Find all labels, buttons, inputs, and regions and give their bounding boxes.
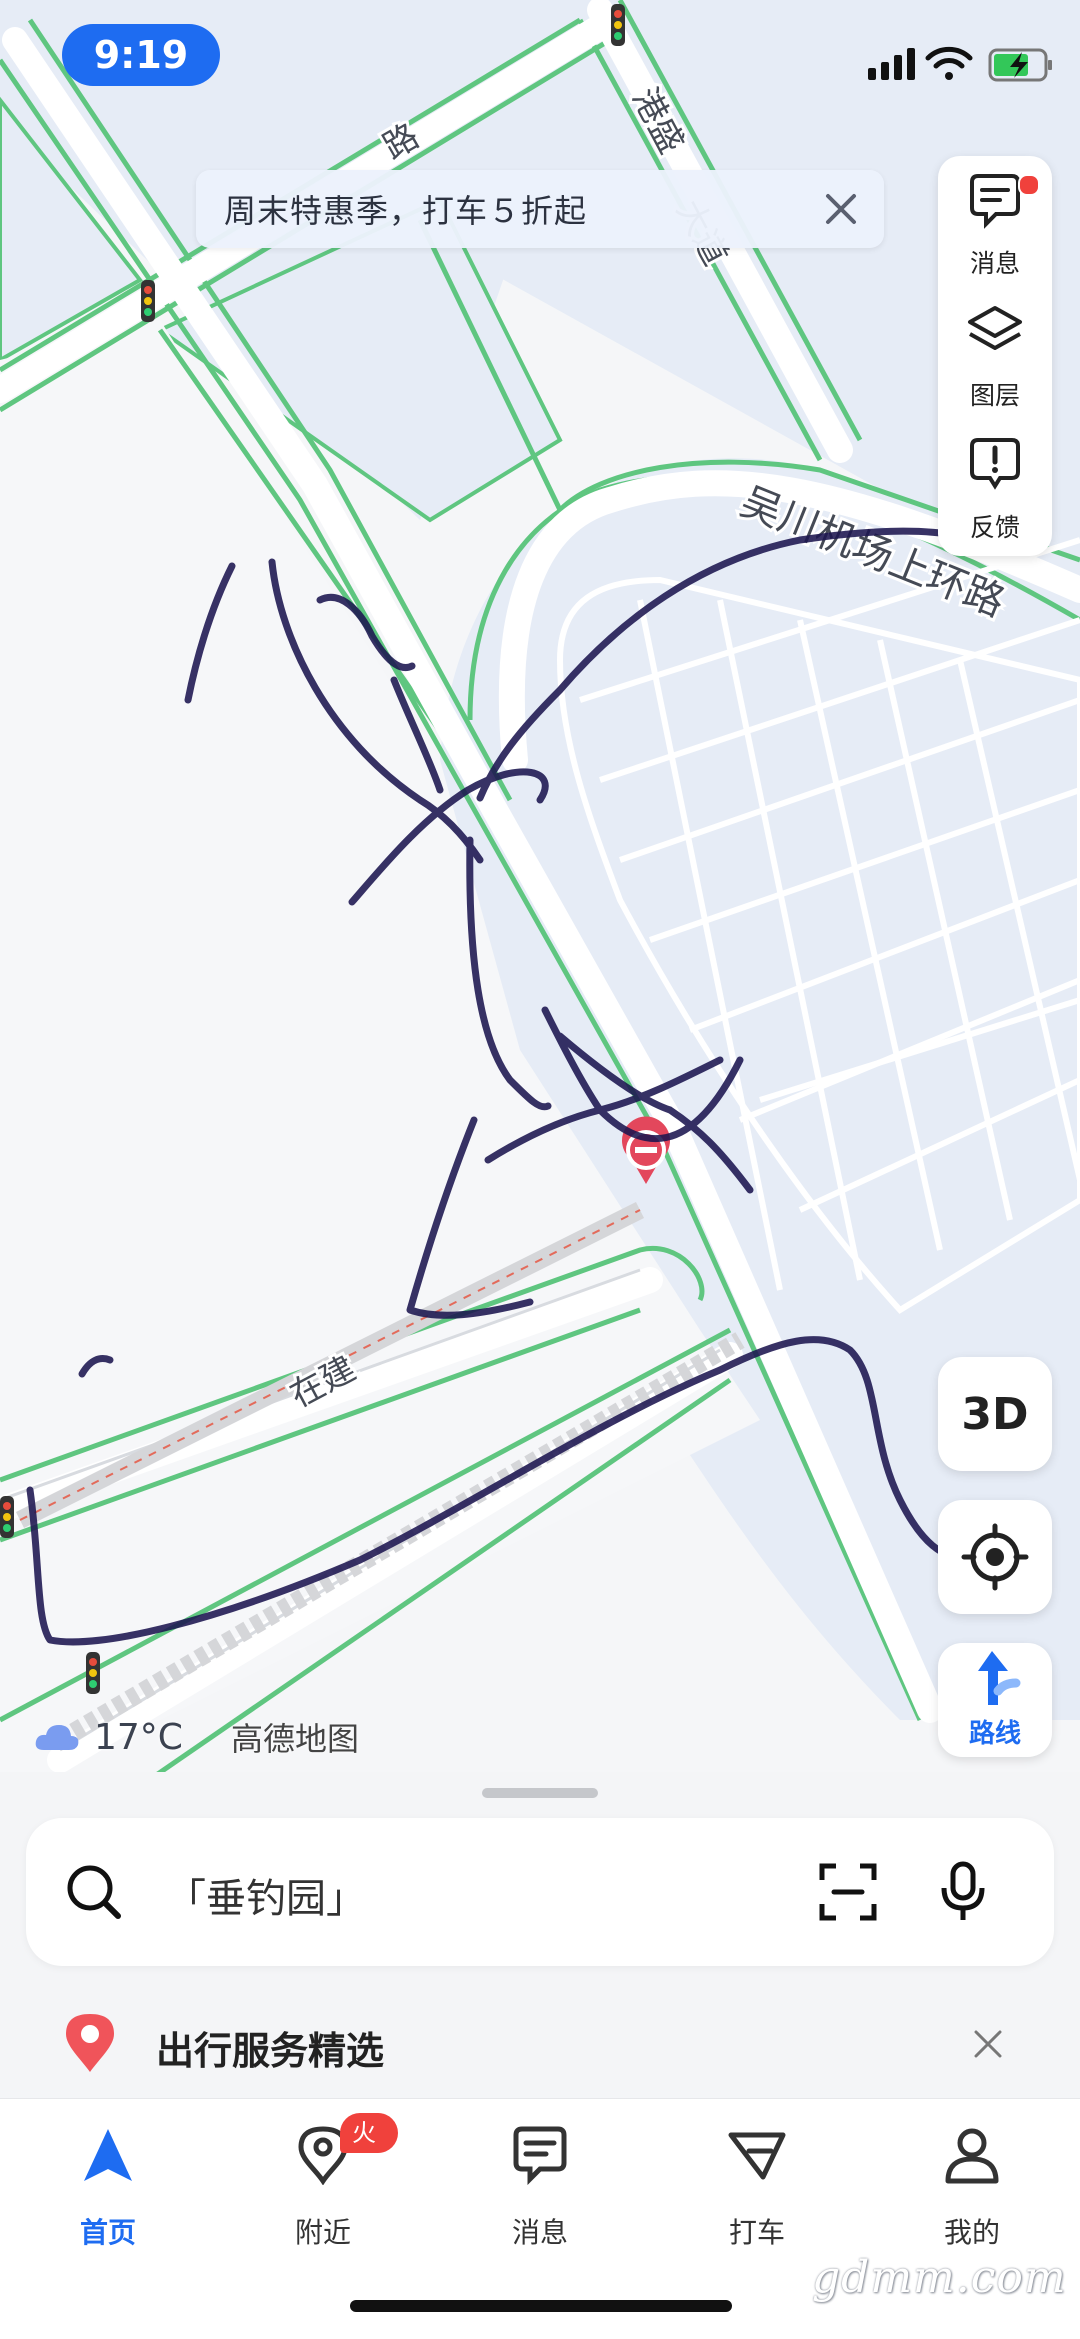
travel-services-row[interactable]: 出行服务精选 xyxy=(0,1994,1080,2094)
route-label: 路线 xyxy=(968,1719,1021,1749)
tab-profile-label: 我的 xyxy=(943,2216,1000,2249)
feedback-icon xyxy=(970,438,1020,490)
message-icon xyxy=(513,2126,567,2185)
tab-nearby-label: 附近 xyxy=(294,2216,351,2249)
tab-profile[interactable]: 我的 xyxy=(897,2119,1047,2259)
search-placeholder[interactable]: 「垂钓园」 xyxy=(166,1866,366,1924)
promo-text: 周末特惠季，打车５折起 xyxy=(224,192,588,230)
map-tools-panel: 消息 图层 反馈 xyxy=(938,156,1052,556)
layers-button[interactable]: 图层 xyxy=(938,288,1052,410)
close-icon[interactable] xyxy=(970,2026,1006,2062)
cellular-signal-icon xyxy=(868,48,915,80)
tab-home-label: 首页 xyxy=(79,2216,136,2249)
map-canvas[interactable]: 港盛 路 大道 吴川机场上环路 在建 xyxy=(0,0,1080,1800)
taxi-flag-icon xyxy=(728,2132,786,2180)
site-watermark: gdmm.com xyxy=(812,2252,1067,2303)
search-icon xyxy=(67,1865,121,1919)
search-bar[interactable]: 「垂钓园」 xyxy=(26,1818,1054,1966)
tab-messages[interactable]: 消息 xyxy=(465,2119,615,2259)
brand-watermark: 高德地图 xyxy=(230,1720,359,1758)
3d-toggle-button[interactable]: 3D xyxy=(938,1357,1052,1471)
temperature: 17°C xyxy=(94,1716,183,1758)
notification-dot xyxy=(1018,174,1040,196)
layers-icon xyxy=(968,306,1022,350)
feedback-button[interactable]: 反馈 xyxy=(938,420,1052,542)
tab-taxi-label: 打车 xyxy=(728,2216,785,2249)
location-pin-icon xyxy=(66,2014,114,2072)
navigation-arrow-icon xyxy=(84,2129,132,2181)
home-indicator[interactable] xyxy=(350,2300,732,2312)
cloud-icon xyxy=(35,1725,79,1750)
user-icon xyxy=(945,2128,999,2184)
drag-handle[interactable] xyxy=(482,1788,598,1798)
scan-icon[interactable] xyxy=(818,1862,878,1922)
tab-home[interactable]: 首页 xyxy=(33,2119,183,2259)
wifi-icon xyxy=(925,46,973,80)
promo-banner[interactable]: 周末特惠季，打车５折起 xyxy=(196,170,884,248)
feedback-label: 反馈 xyxy=(969,513,1020,542)
status-icons xyxy=(800,40,1060,90)
nearby-badge: 火锅 xyxy=(340,2113,398,2187)
tab-messages-label: 消息 xyxy=(511,2216,568,2249)
microphone-icon[interactable] xyxy=(938,1860,988,1924)
layers-label: 图层 xyxy=(969,381,1020,410)
messages-button[interactable]: 消息 xyxy=(938,156,1052,278)
tab-taxi[interactable]: 打车 xyxy=(682,2119,832,2259)
crosshair-location-icon xyxy=(961,1523,1029,1591)
message-icon xyxy=(970,174,1020,229)
messages-label: 消息 xyxy=(969,249,1020,278)
locate-me-button[interactable] xyxy=(938,1500,1052,1614)
status-time: 9:19 xyxy=(62,24,220,86)
route-arrow-icon xyxy=(978,1651,1021,1705)
tab-nearby[interactable]: 火锅 附近 xyxy=(248,2113,398,2259)
weather-info: 17°C 高德地图 xyxy=(34,1712,359,1762)
battery-charging-icon xyxy=(988,48,1052,82)
close-icon[interactable] xyxy=(820,188,862,230)
route-button[interactable]: 路线 xyxy=(938,1643,1052,1757)
map-view[interactable]: 港盛 路 大道 吴川机场上环路 在建 xyxy=(0,0,1080,1800)
travel-services-title: 出行服务精选 xyxy=(156,2029,385,2073)
